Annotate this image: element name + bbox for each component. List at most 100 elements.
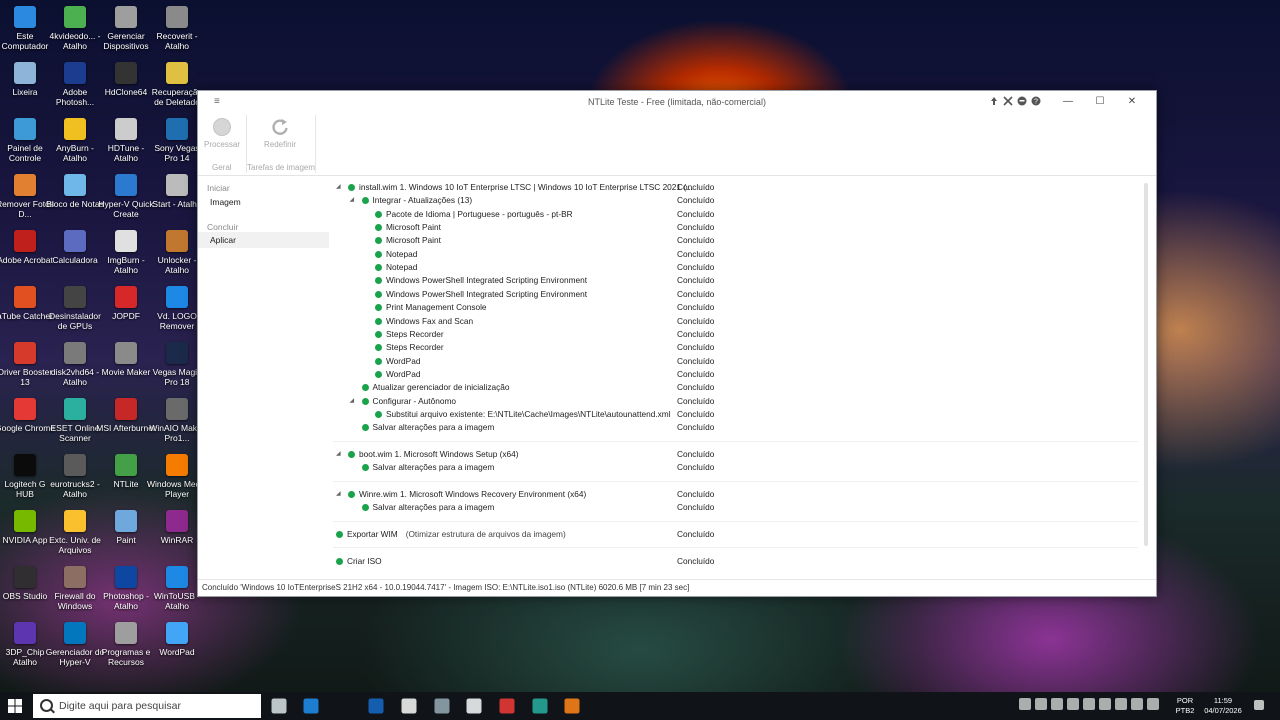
task-row[interactable]: WordPad Concluído (333, 355, 1138, 368)
task-row[interactable]: Notepad Concluído (333, 261, 1138, 274)
cloud-icon[interactable] (1083, 698, 1095, 710)
status-dot-icon (375, 304, 382, 312)
task-row[interactable]: Criar ISO Concluído (333, 555, 1138, 566)
tray-app-icon[interactable] (1131, 698, 1143, 710)
desktop-icon[interactable]: WordPad (147, 622, 207, 657)
task-row[interactable]: Pacote de Idioma | Portuguese - portuguê… (333, 208, 1138, 221)
search-box[interactable]: Digite aqui para pesquisar (33, 694, 261, 718)
task-label: Microsoft Paint (386, 221, 441, 234)
expand-twisty-icon[interactable]: ◢ (336, 181, 341, 194)
task-row[interactable]: Salvar alterações para a imagem Concluído (333, 461, 1138, 474)
sidebar-header-start: Iniciar (207, 183, 230, 193)
help-icon[interactable]: ? (1030, 96, 1042, 108)
reset-button[interactable]: Redefinir (258, 117, 302, 149)
disc-icon[interactable] (466, 698, 482, 714)
task-row[interactable]: Steps Recorder Concluído (333, 328, 1138, 341)
desktop-icon-label: WordPad (159, 647, 195, 657)
task-status: Concluído (677, 315, 715, 326)
tray-app-icon[interactable] (1099, 698, 1111, 710)
tray-app-icon[interactable] (1147, 698, 1159, 710)
task-row[interactable]: Notepad Concluído (333, 248, 1138, 261)
app-icon (64, 566, 86, 588)
expand-twisty-icon[interactable]: ◢ (350, 395, 355, 408)
tray-app-icon[interactable] (1035, 698, 1047, 710)
task-row[interactable]: ◢ Integrar - Atualizações (13) Concluído (333, 194, 1138, 207)
close-button[interactable]: ✕ (1116, 91, 1148, 113)
chat-icon[interactable] (1016, 96, 1028, 108)
task-status: Concluído (677, 182, 715, 192)
task-status: Concluído (677, 275, 715, 286)
tray-app-icon[interactable] (1051, 698, 1063, 710)
task-row[interactable]: Print Management Console Concluído (333, 301, 1138, 314)
steam-icon[interactable] (434, 698, 450, 714)
clock[interactable]: 11:59 04/07/2026 (1198, 696, 1248, 716)
app-icon (14, 398, 36, 420)
store-icon[interactable] (303, 698, 319, 714)
app-icon (64, 230, 86, 252)
task-status: Concluído (677, 368, 715, 379)
pin-icon[interactable] (988, 96, 1000, 108)
task-row[interactable]: Windows PowerShell Integrated Scripting … (333, 274, 1138, 287)
task-row[interactable]: ◢ Configurar - Autônomo Concluído (333, 395, 1138, 408)
task-row[interactable]: Salvar alterações para a imagem Concluído (333, 501, 1138, 514)
task-status: Concluído (677, 382, 715, 393)
status-dot-icon (375, 317, 382, 325)
app-icon (115, 62, 137, 84)
outlook-icon[interactable] (368, 698, 384, 714)
app-icon (115, 174, 137, 196)
task-view-icon[interactable] (271, 698, 287, 714)
minimize-button[interactable]: — (1052, 91, 1084, 113)
task-row[interactable]: Exportar WIM (Otimizar estrutura de arqui… (333, 528, 1138, 541)
app-icon (115, 230, 137, 252)
notifications-icon[interactable] (1254, 700, 1264, 710)
task-row[interactable]: Windows Fax and Scan Concluído (333, 315, 1138, 328)
maximize-button[interactable]: ☐ (1084, 91, 1116, 113)
app-icon (64, 6, 86, 28)
desktop-icon[interactable]: Recoverit - Atalho (147, 6, 207, 51)
task-row[interactable]: Steps Recorder Concluído (333, 341, 1138, 354)
task-row[interactable]: Microsoft Paint Concluído (333, 234, 1138, 247)
task-label: Configurar - Autônomo (373, 395, 456, 408)
explorer-icon[interactable] (532, 698, 548, 714)
app-icon (14, 342, 36, 364)
task-label: Microsoft Paint (386, 234, 441, 247)
task-row[interactable]: ◢ Winre.wim 1. Microsoft Windows Recovery… (333, 488, 1138, 501)
expand-twisty-icon[interactable]: ◢ (336, 448, 341, 461)
app-icon (166, 118, 188, 140)
clock-time: 11:59 (1213, 696, 1233, 705)
chrome-icon[interactable] (499, 698, 515, 714)
language-indicator[interactable]: POR PTB2 (1172, 696, 1198, 716)
tray-app-icon[interactable] (1067, 698, 1079, 710)
task-status: Concluído (677, 342, 715, 353)
process-button[interactable]: Processar (200, 117, 244, 149)
ntlite-icon[interactable] (564, 698, 580, 714)
status-dot-icon (375, 264, 382, 272)
tray-app-icon[interactable] (1019, 698, 1031, 710)
scrollbar[interactable] (1144, 183, 1148, 546)
x-social-icon[interactable] (1002, 96, 1014, 108)
windows-start-icon[interactable] (8, 699, 22, 713)
sidebar-item-image[interactable]: Imagem (198, 194, 329, 210)
task-row[interactable]: Substitui arquivo existente: E:\NTLite\C… (333, 408, 1138, 421)
app-icon (64, 398, 86, 420)
language-bottom: PTB2 (1175, 706, 1195, 715)
expand-twisty-icon[interactable]: ◢ (336, 488, 341, 501)
task-row[interactable]: Atualizar gerenciador de inicialização Co… (333, 381, 1138, 394)
app-icon (166, 454, 188, 476)
task-row[interactable]: WordPad Concluído (333, 368, 1138, 381)
task-row[interactable]: Windows PowerShell Integrated Scripting … (333, 288, 1138, 301)
obs-icon[interactable] (401, 698, 417, 714)
task-label: Steps Recorder (386, 328, 444, 341)
task-row[interactable]: Salvar alterações para a imagem Concluído (333, 421, 1138, 434)
task-row[interactable]: ◢ install.wim 1. Windows 10 IoT Enterpris… (333, 181, 1138, 194)
task-row[interactable]: Microsoft Paint Concluído (333, 221, 1138, 234)
expand-twisty-icon[interactable]: ◢ (350, 194, 355, 207)
status-dot-icon (361, 504, 369, 512)
tray-app-icon[interactable] (1115, 698, 1127, 710)
sidebar-item-apply[interactable]: Aplicar (198, 232, 329, 248)
task-row[interactable]: ◢ boot.wim 1. Microsoft Windows Setup (x6… (333, 448, 1138, 461)
status-dot-icon (375, 370, 382, 378)
task-text: Microsoft Paint (386, 235, 441, 246)
task-text: boot.wim 1. Microsoft Windows Setup (x64… (359, 448, 519, 459)
app-icon (14, 454, 36, 476)
